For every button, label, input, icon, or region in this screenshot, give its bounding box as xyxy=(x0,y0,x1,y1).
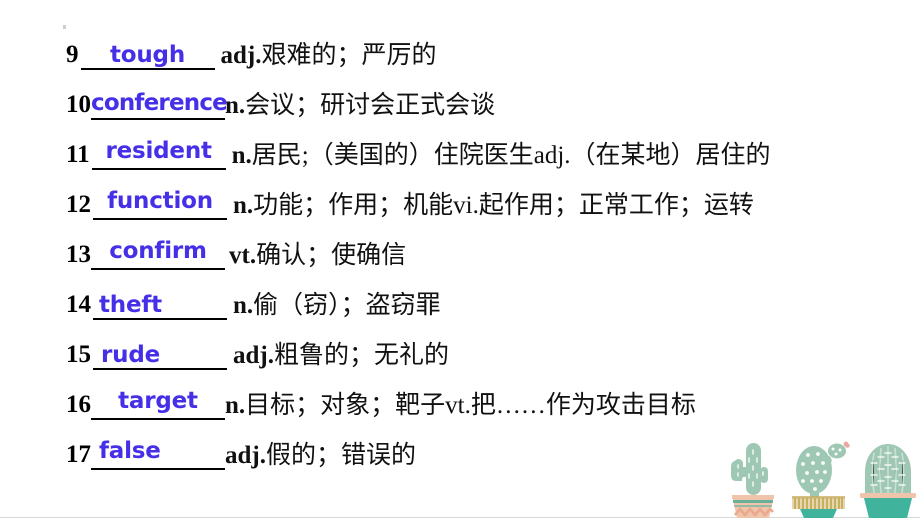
row-number: 13 xyxy=(66,241,91,268)
definition: adj.假的；错误的 xyxy=(225,443,416,470)
answer-word: conference xyxy=(91,90,228,116)
meaning-text: 假的；错误的 xyxy=(265,442,416,469)
definition: n.目标；对象；靶子vt.把……作为攻击目标 xyxy=(225,393,696,420)
answer-word: confirm xyxy=(109,238,207,264)
answer-blank[interactable]: function xyxy=(93,184,227,220)
part-of-speech: vt. xyxy=(229,242,257,269)
meaning-text: 功能；作用；机能vi.起作用；正常工作；运转 xyxy=(253,192,754,219)
answer-word: function xyxy=(107,188,213,214)
row-number: 11 xyxy=(66,141,90,168)
meaning-text: 粗鲁的；无礼的 xyxy=(273,342,449,369)
answer-blank[interactable]: false xyxy=(91,434,225,470)
part-of-speech: n. xyxy=(225,392,246,419)
answer-blank[interactable]: confirm xyxy=(91,234,225,270)
answer-word: resident xyxy=(105,138,212,164)
saguaro-cactus-icon xyxy=(722,437,784,518)
part-of-speech: n. xyxy=(233,292,254,319)
paddle-cactus-icon xyxy=(784,437,856,518)
meaning-text: 目标；对象；靶子vt.把……作为攻击目标 xyxy=(245,392,696,419)
meaning-text: 偷（窃）；盗窃罪 xyxy=(253,292,441,319)
definition: n.会议；研讨会正式会谈 xyxy=(225,93,495,120)
row-number: 12 xyxy=(66,191,91,218)
vocab-row: 12 function n.功能；作用；机能vi.起作用；正常工作；运转 xyxy=(66,170,754,220)
cactus-decoration-group xyxy=(722,437,920,518)
answer-blank[interactable]: target xyxy=(91,384,225,420)
definition: n.居民;（美国的）住院医生adj.（在某地）居住的 xyxy=(228,143,771,170)
definition: adj.艰难的；严厉的 xyxy=(217,43,437,70)
row-number: 16 xyxy=(66,391,91,418)
answer-blank[interactable]: rude xyxy=(93,334,227,370)
answer-blank[interactable]: conference xyxy=(91,84,228,120)
answer-blank[interactable]: tough xyxy=(80,34,215,70)
vocab-row: 9 tough adj.艰难的；严厉的 xyxy=(66,20,437,70)
answer-word: theft xyxy=(99,292,162,318)
row-number: 15 xyxy=(66,341,91,368)
answer-blank[interactable]: theft xyxy=(93,284,227,320)
row-number: 10 xyxy=(66,91,91,118)
answer-word: target xyxy=(118,388,198,414)
answer-blank[interactable]: resident xyxy=(91,134,226,170)
vocab-row: 15 rude adj.粗鲁的；无礼的 xyxy=(66,320,449,370)
part-of-speech: n. xyxy=(231,142,252,169)
answer-word: rude xyxy=(101,342,160,368)
vocab-row: 16 target n.目标；对象；靶子vt.把……作为攻击目标 xyxy=(66,370,696,420)
part-of-speech: adj. xyxy=(233,342,274,369)
vocab-row: 17 false adj.假的；错误的 xyxy=(66,420,416,470)
slide-canvas: 9 tough adj.艰难的；严厉的 10 conference n.会议；研… xyxy=(0,0,920,518)
answer-word: tough xyxy=(109,42,185,68)
vocab-row: 14 theft n.偷（窃）；盗窃罪 xyxy=(66,270,441,320)
row-number: 9 xyxy=(66,41,79,68)
part-of-speech: n. xyxy=(233,192,254,219)
definition: n.偷（窃）；盗窃罪 xyxy=(229,293,441,320)
barrel-cactus-icon xyxy=(856,437,920,518)
meaning-text: 艰难的；严厉的 xyxy=(261,42,437,69)
vocab-row: 13 confirm vt.确认；使确信 xyxy=(66,220,406,270)
row-number: 14 xyxy=(66,291,91,318)
meaning-text: 居民;（美国的）住院医生adj.（在某地）居住的 xyxy=(251,142,771,169)
vocab-row: 11 resident n.居民;（美国的）住院医生adj.（在某地）居住的 xyxy=(66,120,771,170)
row-number: 17 xyxy=(66,441,91,468)
definition: adj.粗鲁的；无礼的 xyxy=(229,343,449,370)
answer-word: false xyxy=(99,438,161,464)
definition: vt.确认；使确信 xyxy=(225,243,406,270)
meaning-text: 确认；使确信 xyxy=(256,242,407,269)
part-of-speech: adj. xyxy=(220,42,262,69)
meaning-text: 会议；研讨会正式会谈 xyxy=(245,92,496,119)
part-of-speech: n. xyxy=(225,92,246,119)
definition: n.功能；作用；机能vi.起作用；正常工作；运转 xyxy=(229,193,754,220)
vocab-row: 10 conference n.会议；研讨会正式会谈 xyxy=(66,70,495,120)
